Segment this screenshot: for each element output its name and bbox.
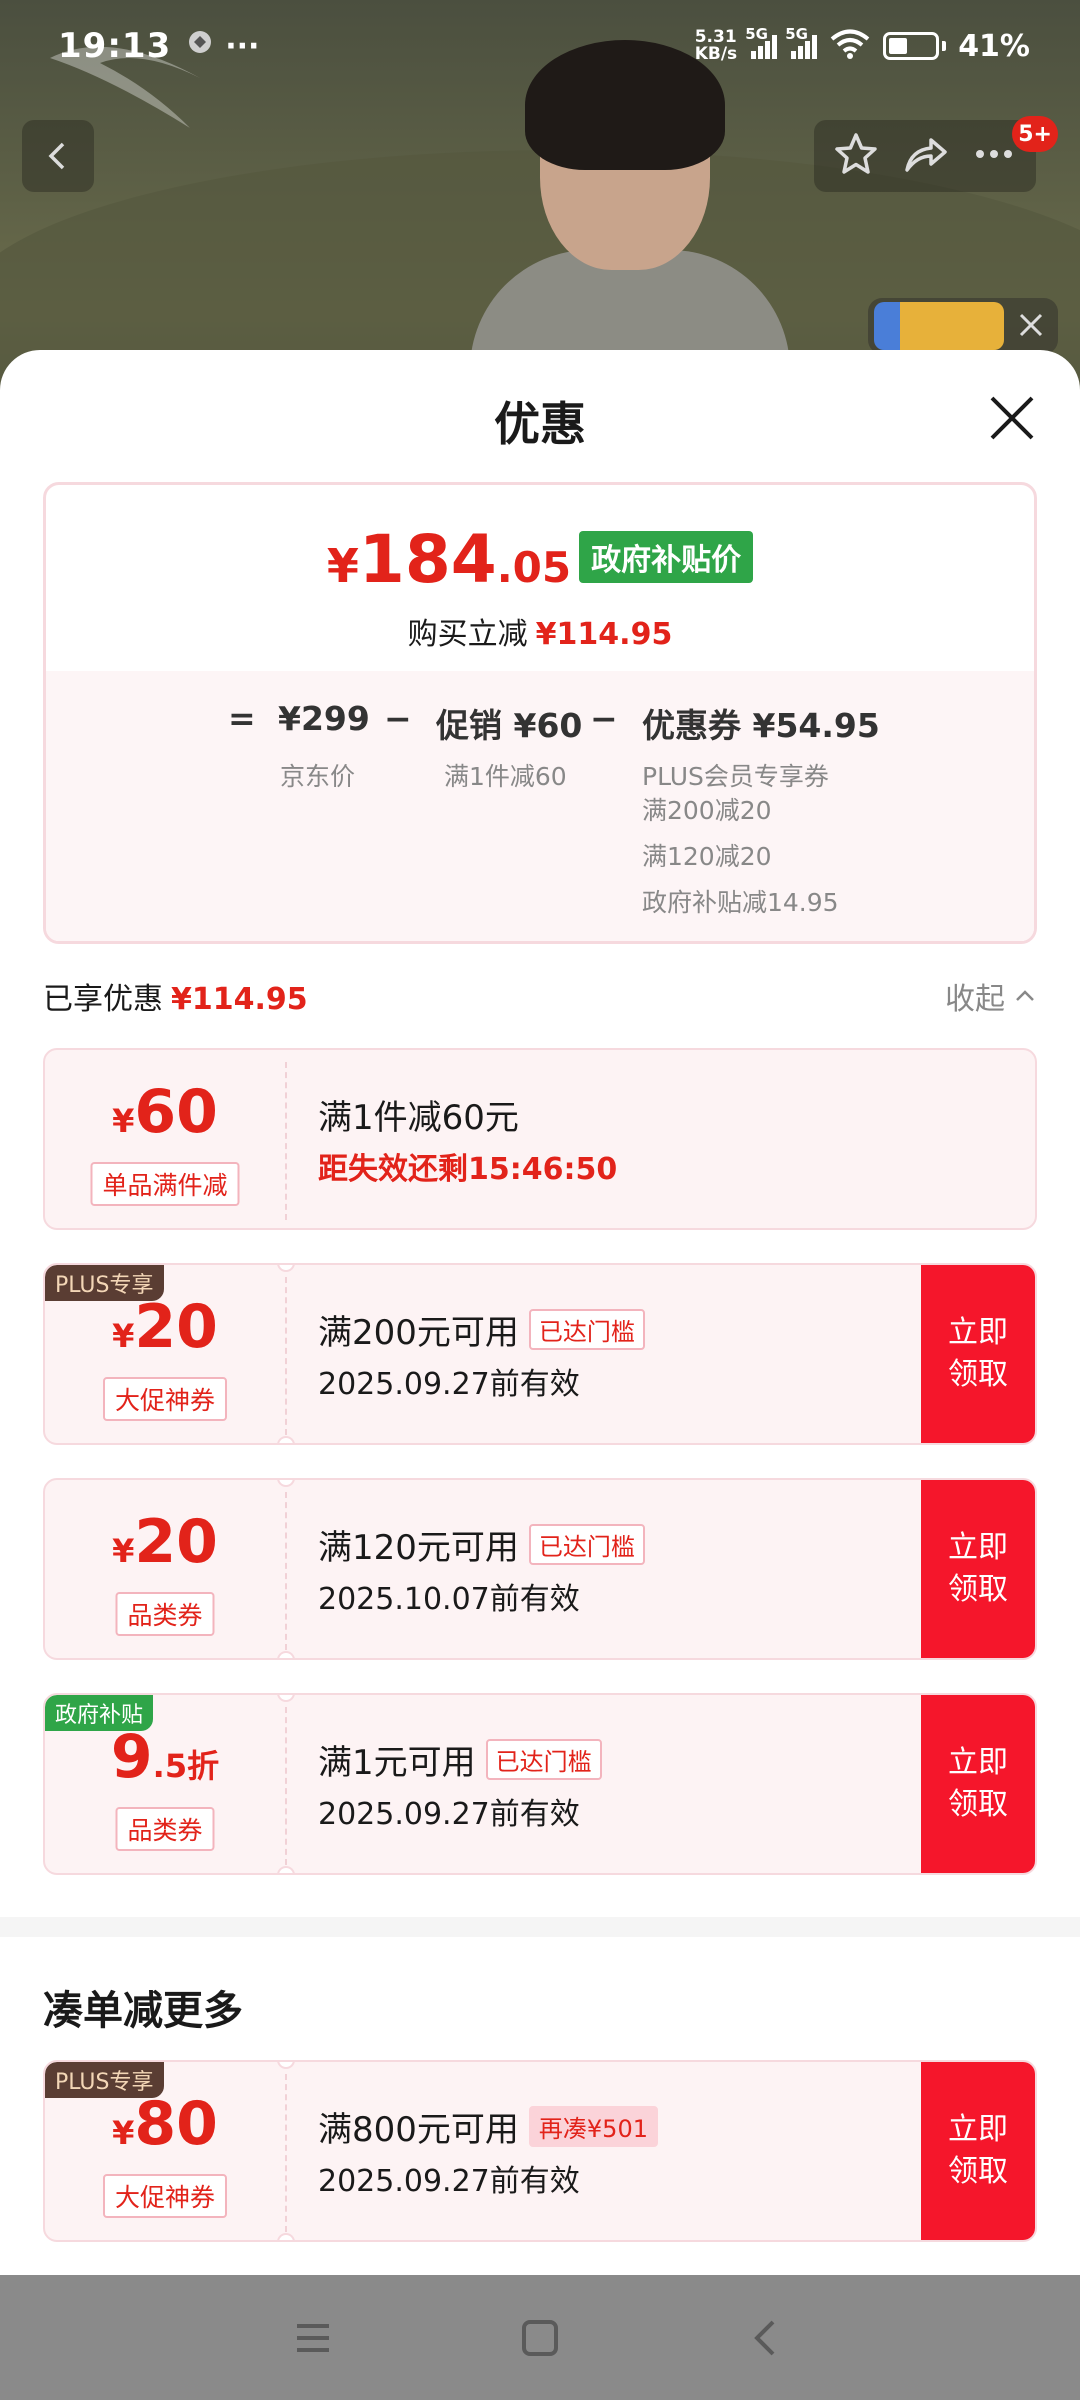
coupon-condition: 满1元可用 已达门槛 xyxy=(318,1735,602,1784)
battery-icon xyxy=(883,32,947,60)
coupon-condition: 满120元可用 已达门槛 xyxy=(318,1520,645,1569)
base-price: ¥299 xyxy=(278,699,370,738)
claim-button[interactable]: 立即 领取 xyxy=(921,2062,1035,2240)
back-nav-icon xyxy=(753,2320,775,2355)
coupon-amount: ¥20 xyxy=(112,1507,218,1577)
system-navigation-bar xyxy=(0,2275,1080,2400)
promo-detail: 满1件减60 xyxy=(444,762,567,791)
coupon-detail: 满200减20 xyxy=(642,796,772,825)
coupon-condition: 满1件减60元 xyxy=(318,1098,519,1138)
final-price: ¥184.05 xyxy=(326,521,572,598)
network-speed: 5.31 KB/s xyxy=(694,27,738,64)
enjoyed-discount-row: 已享优惠 ¥114.95 收起 xyxy=(43,974,1037,1022)
message-badge: 5+ xyxy=(1012,116,1058,152)
close-icon[interactable] xyxy=(1014,308,1048,342)
more-button[interactable] xyxy=(970,130,1018,182)
share-icon xyxy=(905,138,947,172)
add-more-tag: 再凑¥501 xyxy=(528,2106,658,2147)
back-nav-button[interactable] xyxy=(737,2308,797,2368)
coupon-total: 优惠券 ¥54.95 xyxy=(642,706,880,745)
more-status-dots: ··· xyxy=(225,28,260,64)
battery-percent: 41% xyxy=(958,28,1030,64)
threshold-tag: 已达门槛 xyxy=(528,1309,645,1350)
star-icon xyxy=(835,133,878,174)
coupon-condition: 满200元可用 已达门槛 xyxy=(318,1305,645,1354)
claim-button[interactable]: 立即 领取 xyxy=(921,1265,1035,1443)
coupon-expiry: 2025.09.27前有效 xyxy=(318,2164,580,2199)
promo-value: 促销 ¥60 xyxy=(436,706,583,745)
coupon-amount: ¥20 xyxy=(112,1292,218,1362)
coupon-amount: ¥60 xyxy=(112,1077,218,1147)
coupon-type: 大促神券 xyxy=(102,1377,228,1421)
more-icon xyxy=(975,150,1012,158)
collapse-button[interactable]: 收起 xyxy=(945,974,1037,1018)
coupon-detail: PLUS会员专享券 xyxy=(642,762,829,791)
coupon-detail: 满120减20 xyxy=(642,842,772,871)
floating-video-thumbnail[interactable] xyxy=(868,298,1058,354)
coupon-type: 单品满件减 xyxy=(90,1162,240,1206)
menu-button[interactable] xyxy=(283,2308,343,2368)
coupon-card: PLUS专享 ¥20 大促神券 满200元可用 已达门槛 2025.09.27前有… xyxy=(43,1263,1037,1445)
base-price-label: 京东价 xyxy=(280,762,356,791)
coupon-type: 大促神券 xyxy=(102,2174,228,2218)
price-summary-card: ¥184.05 政府补贴价 购买立减 ¥114.95 = ¥299 − 促销 ¥6… xyxy=(43,482,1037,944)
share-button[interactable] xyxy=(901,130,949,182)
wifi-icon xyxy=(829,28,871,64)
equals-sign: = xyxy=(228,699,256,738)
claim-button[interactable]: 立即 领取 xyxy=(921,1695,1035,1873)
coupon-card: ¥20 品类券 满120元可用 已达门槛 2025.10.07前有效 立即 领取 xyxy=(43,1478,1037,1660)
nav-actions xyxy=(814,120,1036,192)
coupon-detail: 政府补贴减14.95 xyxy=(642,888,839,917)
section-title: 凑单减更多 xyxy=(43,1988,243,2034)
coupon-card: 政府补贴 9.5折 品类券 满1元可用 已达门槛 2025.09.27前有效 立即… xyxy=(43,1693,1037,1875)
back-button[interactable] xyxy=(22,120,94,192)
minus-sign: − xyxy=(590,699,618,738)
threshold-tag: 已达门槛 xyxy=(528,1524,645,1565)
coupon-card: PLUS专享 ¥80 大促神券 满800元可用 再凑¥501 2025.09.27… xyxy=(43,2060,1037,2242)
status-bar: 19:13 ··· 5.31 KB/s 5G 5G 41% xyxy=(0,0,1080,92)
coupon-card: ¥60 单品满件减 满1件减60元 距失效还剩15:46:50 xyxy=(43,1048,1037,1230)
home-button[interactable] xyxy=(510,2308,570,2368)
top-navigation: 5+ xyxy=(22,116,1058,200)
claim-button[interactable]: 立即 领取 xyxy=(921,1480,1035,1658)
coupon-type: 品类券 xyxy=(115,1592,215,1636)
back-arrow-icon xyxy=(48,142,65,170)
coupon-type: 品类券 xyxy=(115,1807,215,1851)
coupon-condition: 满800元可用 再凑¥501 xyxy=(318,2102,658,2151)
signal-icon-2: 5G xyxy=(785,25,818,59)
sheet-title: 优惠 xyxy=(494,397,586,451)
favorite-button[interactable] xyxy=(832,130,880,182)
home-square-icon xyxy=(521,2319,558,2356)
coupon-countdown: 距失效还剩15:46:50 xyxy=(318,1152,618,1187)
chevron-up-icon xyxy=(1016,990,1034,1001)
enjoyed-value: ¥114.95 xyxy=(171,982,308,1017)
threshold-tag: 已达门槛 xyxy=(485,1739,602,1780)
coupon-amount: ¥80 xyxy=(112,2089,218,2159)
coupon-expiry: 2025.09.27前有效 xyxy=(318,1797,580,1832)
price-breakdown: = ¥299 − 促销 ¥60 − 优惠券 ¥54.95 京东价 满1件减60 … xyxy=(46,671,1034,941)
gov-subsidy-price-tag: 政府补贴价 xyxy=(579,531,754,583)
signal-icon: 5G xyxy=(745,25,778,59)
section-divider xyxy=(0,1917,1080,1937)
menu-icon xyxy=(297,2323,330,2352)
coupon-discount-rate: 9.5折 xyxy=(110,1722,220,1792)
purchase-reduction: 购买立减 ¥114.95 xyxy=(407,617,673,652)
minus-sign: − xyxy=(384,699,412,738)
app-notification-icon xyxy=(185,27,215,65)
coupon-expiry: 2025.10.07前有效 xyxy=(318,1582,580,1617)
coupon-expiry: 2025.09.27前有效 xyxy=(318,1367,580,1402)
discount-sheet: 优惠 ¥184.05 政府补贴价 购买立减 ¥114.95 = ¥299 − 促销… xyxy=(0,350,1080,2275)
status-time: 19:13 xyxy=(58,26,172,66)
close-icon[interactable] xyxy=(984,390,1040,446)
